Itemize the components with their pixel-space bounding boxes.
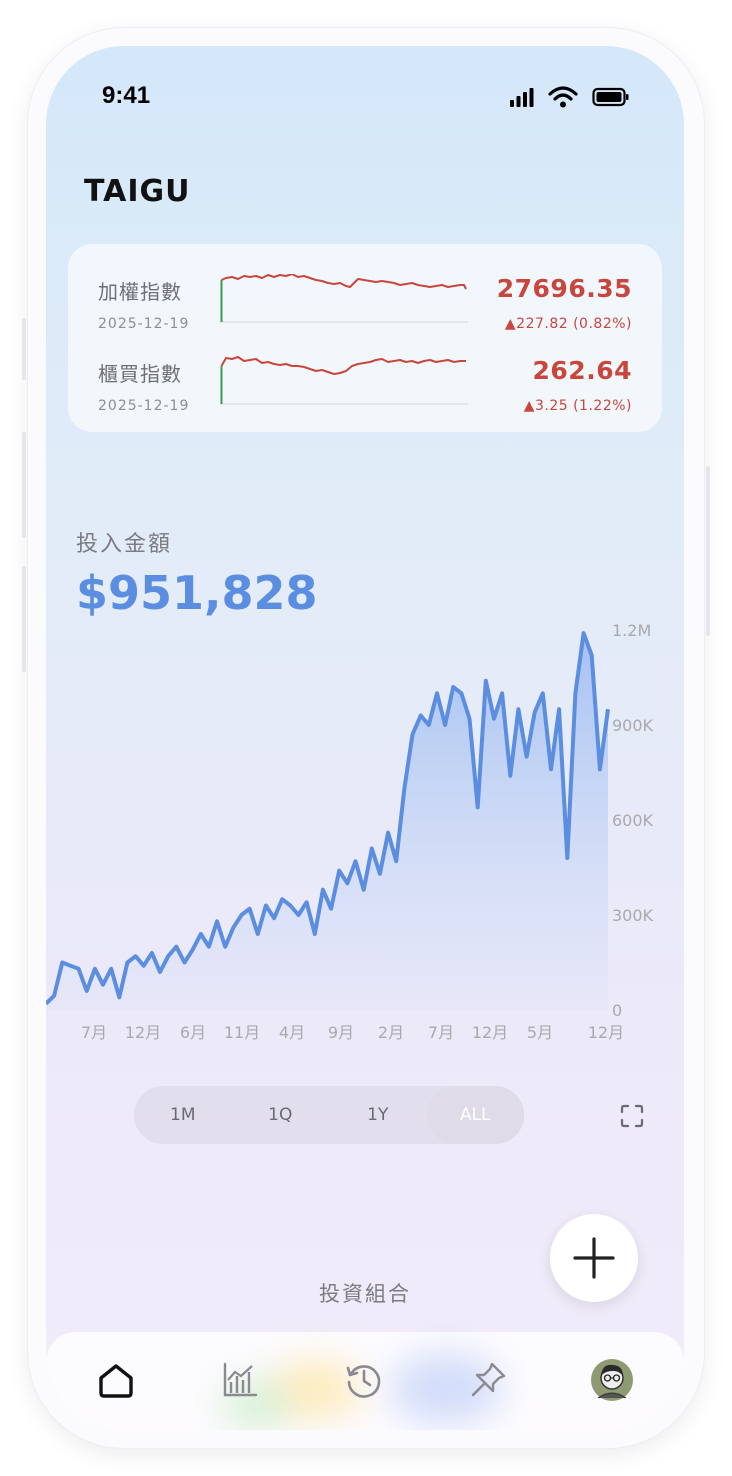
home-icon [99, 1364, 133, 1398]
index-date: 2025-12-19 [98, 398, 190, 414]
index-sparkline [220, 356, 468, 405]
chart-y-axis: 1.2M 900K 600K 300K 0 [612, 621, 654, 1020]
index-name: 櫃買指數 [98, 362, 182, 386]
tab-history[interactable] [334, 1350, 394, 1410]
investment-chart[interactable]: 1.2M 900K 600K 300K 0 7月 12月 6月 11月 4月 9月 2月 7月 12月 5… [46, 616, 684, 1056]
plus-icon [573, 1237, 615, 1279]
index-value: 262.64 [532, 356, 632, 385]
tab-chart[interactable] [210, 1350, 270, 1410]
index-row-otc[interactable]: 櫃買指數 2025-12-19 262.64 ▲3.25 (1.22%) [68, 356, 662, 436]
index-value: 27696.35 [496, 274, 632, 303]
tab-profile[interactable] [582, 1350, 642, 1410]
range-selector: 1M 1Q 1Y ALL [134, 1086, 524, 1144]
side-button [706, 466, 710, 636]
side-button [22, 566, 26, 672]
tab-bar [46, 1332, 684, 1430]
range-option-1q[interactable]: 1Q [232, 1086, 330, 1144]
avatar [591, 1359, 633, 1401]
index-change: ▲3.25 (1.22%) [523, 398, 632, 414]
x-tick-label: 6月 [180, 1023, 206, 1042]
tab-pinned[interactable] [458, 1350, 518, 1410]
range-option-all[interactable]: ALL [426, 1086, 524, 1144]
index-date: 2025-12-19 [98, 316, 190, 332]
index-name: 加權指數 [98, 280, 182, 304]
bar-chart-icon [223, 1362, 258, 1397]
index-sparkline [220, 274, 468, 323]
x-tick-label: 5月 [527, 1023, 553, 1042]
app-screen: 9:41 TAIGU 加權指數 2025-12-19 27696.35 ▲227… [46, 46, 684, 1430]
y-tick-label: 600K [612, 811, 654, 830]
status-time: 9:41 [102, 82, 151, 109]
x-tick-label: 4月 [279, 1023, 305, 1042]
y-tick-label: 900K [612, 716, 654, 735]
x-tick-label: 7月 [81, 1023, 107, 1042]
signal-icon [510, 88, 534, 107]
x-tick-label: 12月 [125, 1023, 161, 1042]
wifi-icon [548, 86, 578, 108]
pin-icon [471, 1362, 506, 1397]
status-bar: 9:41 [46, 46, 684, 146]
chart-x-axis: 7月 12月 6月 11月 4月 9月 2月 7月 12月 5月 12月 [81, 1023, 624, 1042]
range-option-1m[interactable]: 1M [134, 1086, 232, 1144]
tab-home[interactable] [86, 1350, 146, 1410]
app-logo: TAIGU [84, 174, 191, 209]
y-tick-label: 1.2M [612, 621, 651, 640]
x-tick-label: 12月 [588, 1023, 624, 1042]
side-button [22, 318, 26, 380]
x-tick-label: 7月 [428, 1023, 454, 1042]
side-button [22, 432, 26, 538]
investment-label: 投入金額 [76, 532, 173, 557]
x-tick-label: 12月 [472, 1023, 508, 1042]
battery-icon [592, 87, 629, 107]
range-option-1y[interactable]: 1Y [329, 1086, 427, 1144]
history-icon [346, 1365, 381, 1398]
investment-amount: $951,828 [76, 566, 318, 620]
x-tick-label: 9月 [328, 1023, 354, 1042]
status-icons [510, 86, 630, 108]
fullscreen-icon[interactable] [620, 1104, 644, 1128]
market-index-card[interactable]: 加權指數 2025-12-19 27696.35 ▲227.82 (0.82%)… [68, 244, 662, 432]
x-tick-label: 11月 [224, 1023, 260, 1042]
add-button[interactable] [550, 1214, 638, 1302]
y-tick-label: 0 [612, 1001, 622, 1020]
chart-area-fill [46, 633, 608, 1010]
y-tick-label: 300K [612, 906, 654, 925]
x-tick-label: 2月 [378, 1023, 404, 1042]
index-row-taiex[interactable]: 加權指數 2025-12-19 27696.35 ▲227.82 (0.82%) [68, 274, 662, 354]
index-change: ▲227.82 (0.82%) [504, 316, 632, 332]
